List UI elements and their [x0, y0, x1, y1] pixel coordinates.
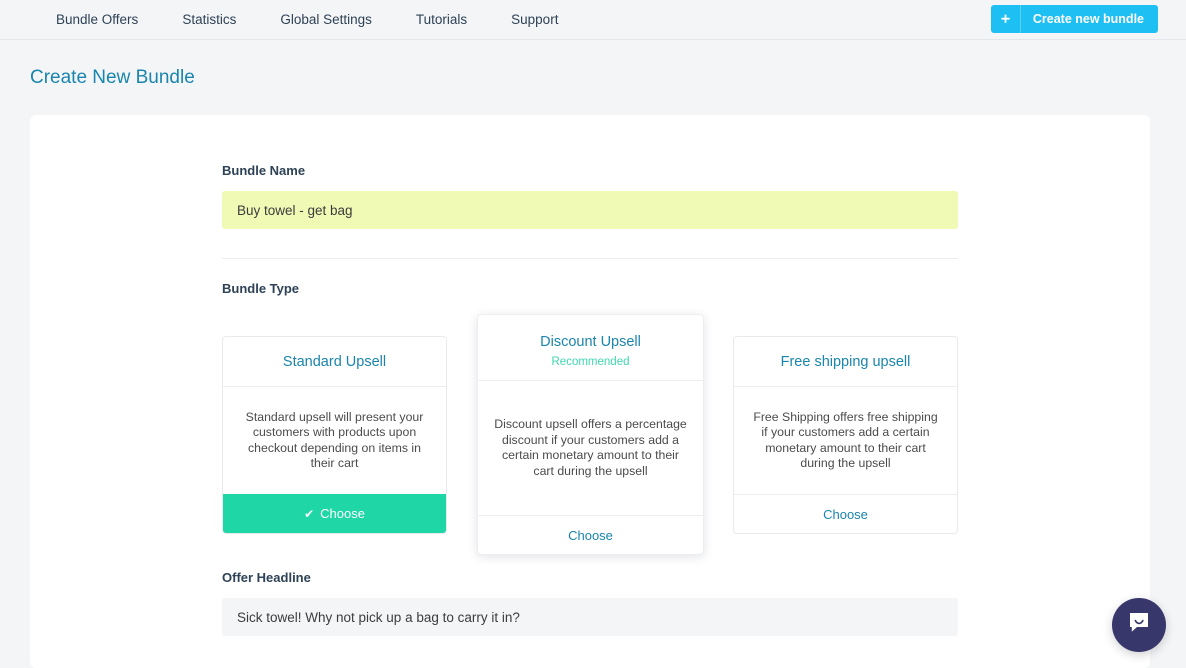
- bundle-name-input[interactable]: [222, 191, 958, 229]
- card-title: Discount Upsell: [490, 334, 691, 351]
- nav-item-support[interactable]: Support: [489, 0, 580, 40]
- choose-button-free-shipping-upsell[interactable]: Choose: [734, 494, 957, 533]
- nav-item-statistics[interactable]: Statistics: [160, 0, 258, 40]
- choose-label: Choose: [320, 506, 365, 521]
- plus-icon: [991, 5, 1021, 33]
- card-title: Standard Upsell: [235, 354, 434, 371]
- card-header: Standard Upsell: [223, 337, 446, 387]
- nav-items: Bundle Offers Statistics Global Settings…: [0, 0, 580, 40]
- bundle-form: Bundle Name Bundle Type Standard Upsell …: [222, 115, 958, 636]
- chat-bubble-icon: [1126, 610, 1152, 641]
- card-title: Free shipping upsell: [746, 354, 945, 371]
- create-new-bundle-label: Create new bundle: [1021, 12, 1158, 26]
- nav-item-bundle-offers[interactable]: Bundle Offers: [34, 0, 160, 40]
- bundle-type-card-free-shipping-upsell[interactable]: Free shipping upsell Free Shipping offer…: [733, 336, 958, 534]
- card-description: Free Shipping offers free shipping if yo…: [734, 387, 957, 494]
- offer-headline-input[interactable]: [222, 598, 958, 636]
- bundle-type-label: Bundle Type: [222, 281, 958, 296]
- choose-button-standard-upsell[interactable]: ✔ Choose: [223, 494, 446, 533]
- check-icon: ✔: [304, 507, 314, 521]
- nav-item-tutorials[interactable]: Tutorials: [394, 0, 489, 40]
- section-divider: [222, 258, 958, 259]
- recommended-badge: Recommended: [490, 356, 691, 368]
- card-description: Standard upsell will present your custom…: [223, 387, 446, 494]
- bundle-type-options: Standard Upsell Standard upsell will pre…: [222, 314, 958, 554]
- bundle-name-label: Bundle Name: [222, 163, 958, 178]
- chat-launcher-button[interactable]: [1112, 598, 1166, 652]
- create-new-bundle-button[interactable]: Create new bundle: [991, 5, 1158, 33]
- card-header: Free shipping upsell: [734, 337, 957, 387]
- create-bundle-panel: Bundle Name Bundle Type Standard Upsell …: [30, 115, 1150, 668]
- offer-headline-label: Offer Headline: [222, 570, 958, 585]
- page-title: Create New Bundle: [0, 40, 1186, 89]
- choose-button-discount-upsell[interactable]: Choose: [478, 515, 703, 554]
- top-navigation-bar: Bundle Offers Statistics Global Settings…: [0, 0, 1186, 40]
- bundle-type-card-standard-upsell[interactable]: Standard Upsell Standard upsell will pre…: [222, 336, 447, 534]
- card-description: Discount upsell offers a percentage disc…: [478, 381, 703, 515]
- card-header: Discount Upsell Recommended: [478, 315, 703, 381]
- bundle-type-card-discount-upsell[interactable]: Discount Upsell Recommended Discount ups…: [477, 314, 704, 555]
- nav-item-global-settings[interactable]: Global Settings: [258, 0, 394, 40]
